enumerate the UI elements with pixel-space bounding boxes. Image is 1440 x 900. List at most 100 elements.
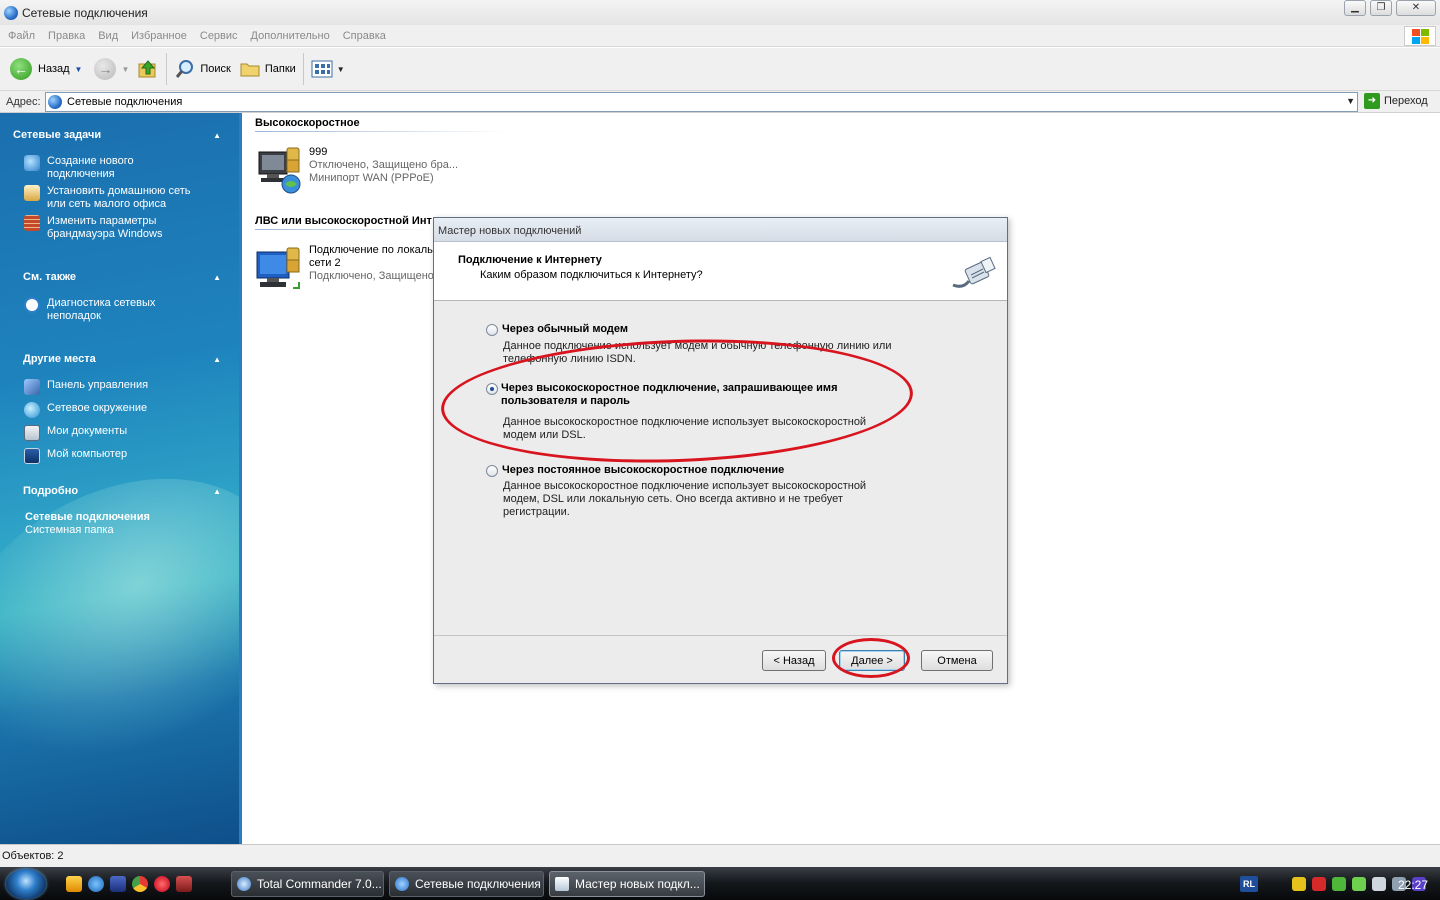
radio-dialup[interactable] xyxy=(486,324,498,336)
network-connections-icon xyxy=(395,877,409,891)
show-desktop-icon[interactable] xyxy=(110,876,126,892)
folders-button[interactable]: Папки xyxy=(235,52,300,86)
menu-advanced[interactable]: Дополнительно xyxy=(246,30,335,42)
go-button[interactable]: ➜ Переход xyxy=(1364,93,1428,109)
link-label: Сетевое окружение xyxy=(47,402,148,414)
menu-edit[interactable]: Правка xyxy=(43,30,90,42)
language-indicator[interactable]: RL xyxy=(1240,876,1258,892)
description-line: модем или DSL. xyxy=(503,429,586,441)
search-icon xyxy=(176,60,194,78)
collapse-icon[interactable]: ▲ xyxy=(213,487,221,496)
up-folder-icon xyxy=(138,60,156,78)
my-documents-link[interactable]: Мои документы xyxy=(0,425,241,441)
link-line: неполадок xyxy=(47,310,101,322)
collapse-icon[interactable]: ▲ xyxy=(213,131,221,140)
menu-view[interactable]: Вид xyxy=(93,30,123,42)
option-description: Данное подключение использует модем и об… xyxy=(503,340,903,366)
next-button[interactable]: Далее > xyxy=(839,650,905,671)
radio-broadband-login[interactable] xyxy=(486,383,498,395)
details-name: Сетевые подключения xyxy=(25,511,150,523)
clock[interactable]: 22:27 xyxy=(1398,878,1428,892)
connection-item-999[interactable]: 999 Отключено, Защищено бра... Минипорт … xyxy=(255,146,458,196)
network-cable-icon xyxy=(952,256,996,288)
taskbar: Total Commander 7.0... Сетевые подключен… xyxy=(0,867,1440,900)
firewall-settings-link[interactable]: Изменить параметры брандмауэра Windows xyxy=(0,215,241,241)
radio-always-on[interactable] xyxy=(486,465,498,477)
description-line: телефонную линию ISDN. xyxy=(503,353,636,365)
internet-explorer-icon[interactable] xyxy=(88,876,104,892)
option-description: Данное высокоскоростное подключение испо… xyxy=(503,416,903,442)
folders-icon xyxy=(240,63,260,77)
total-commander-icon xyxy=(237,877,251,891)
views-button[interactable]: ▼ xyxy=(307,52,349,86)
option-broadband-login[interactable]: Через высокоскоростное подключение, запр… xyxy=(486,382,936,442)
object-count: Объектов: 2 xyxy=(2,850,64,862)
home-network-link[interactable]: Установить домашнюю сеть или сеть малого … xyxy=(0,185,241,211)
task-connection-wizard[interactable]: Мастер новых подкл... xyxy=(549,871,705,897)
diagnostics-link[interactable]: Диагностика сетевых неполадок xyxy=(0,297,241,323)
group-header-broadband: Высокоскоростное xyxy=(255,117,360,129)
task-label: Сетевые подключения xyxy=(415,877,541,891)
address-input[interactable]: Сетевые подключения ▼ xyxy=(45,92,1358,112)
network-places-link[interactable]: Сетевое окружение xyxy=(0,402,241,418)
forward-arrow-icon: → xyxy=(94,58,117,80)
back-arrow-icon: ← xyxy=(10,58,32,80)
link-line: Диагностика сетевых xyxy=(47,297,156,309)
update-icon[interactable] xyxy=(1352,877,1366,891)
menu-favorites[interactable]: Избранное xyxy=(126,30,192,42)
network-connections-icon xyxy=(48,95,62,109)
cancel-button[interactable]: Отмена xyxy=(921,650,993,671)
chrome-icon[interactable] xyxy=(132,876,148,892)
search-label: Поиск xyxy=(200,63,231,75)
task-pane: Сетевые задачи ▲ Создание нового подключе… xyxy=(0,113,241,844)
network-tasks-header[interactable]: Сетевые задачи ▲ xyxy=(0,129,241,141)
minimize-button[interactable]: ▁ xyxy=(1344,0,1366,16)
address-dropdown-icon[interactable]: ▼ xyxy=(1346,96,1355,106)
footer-divider xyxy=(434,635,1007,636)
shield-icon[interactable] xyxy=(1292,877,1306,891)
see-also-header[interactable]: См. также ▲ xyxy=(0,271,241,283)
forward-dropdown-icon[interactable]: ▼ xyxy=(121,65,129,74)
connection-name: 999 xyxy=(309,146,328,158)
window-controls: ▁ ❐ ✕ xyxy=(1344,0,1436,16)
details-title: Подробно xyxy=(23,485,79,497)
forward-button[interactable]: → ▼ xyxy=(90,52,133,86)
details-header[interactable]: Подробно ▲ xyxy=(0,485,241,497)
create-connection-link[interactable]: Создание нового подключения xyxy=(0,155,241,181)
search-button[interactable]: Поиск xyxy=(170,52,234,86)
back-button[interactable]: ← Назад ▼ xyxy=(6,52,86,86)
connection-status: Подключено, Защищено xyxy=(309,270,434,282)
close-button[interactable]: ✕ xyxy=(1396,0,1436,16)
task-label: Мастер новых подкл... xyxy=(575,877,700,891)
task-total-commander[interactable]: Total Commander 7.0... xyxy=(231,871,384,897)
back-dropdown-icon[interactable]: ▼ xyxy=(75,65,83,74)
dialog-heading: Подключение к Интернету xyxy=(458,254,602,266)
check-icon[interactable] xyxy=(1332,877,1346,891)
go-arrow-icon: ➜ xyxy=(1364,93,1380,109)
address-value: Сетевые подключения xyxy=(67,96,183,108)
collapse-icon[interactable]: ▲ xyxy=(213,355,221,364)
other-places-header[interactable]: Другие места ▲ xyxy=(0,353,241,365)
menu-help[interactable]: Справка xyxy=(338,30,391,42)
my-computer-link[interactable]: Мой компьютер xyxy=(0,448,241,464)
control-panel-link[interactable]: Панель управления xyxy=(0,379,241,395)
media-player-icon[interactable] xyxy=(66,876,82,892)
opera-icon[interactable] xyxy=(154,876,170,892)
app-icon[interactable] xyxy=(176,876,192,892)
task-network-connections[interactable]: Сетевые подключения xyxy=(389,871,544,897)
option-dialup-modem[interactable]: Через обычный модем Данное подключение и… xyxy=(486,323,936,367)
back-wizard-button[interactable]: < Назад xyxy=(762,650,826,671)
details-group: Подробно ▲ Сетевые подключения Системная… xyxy=(0,485,241,537)
connection-item-lan2[interactable]: Подключение по локаль сети 2 Подключено,… xyxy=(255,244,434,294)
maximize-button[interactable]: ❐ xyxy=(1370,0,1392,16)
menu-tools[interactable]: Сервис xyxy=(195,30,243,42)
menu-file[interactable]: Файл xyxy=(3,30,40,42)
up-folder-button[interactable] xyxy=(133,52,163,86)
status-bar: Объектов: 2 xyxy=(0,844,1440,867)
option-always-on-broadband[interactable]: Через постоянное высокоскоростное подклю… xyxy=(486,464,936,522)
my-computer-icon xyxy=(24,448,40,464)
start-button[interactable] xyxy=(6,869,46,899)
volume-icon[interactable] xyxy=(1372,877,1386,891)
collapse-icon[interactable]: ▲ xyxy=(213,273,221,282)
ati-icon[interactable] xyxy=(1312,877,1326,891)
